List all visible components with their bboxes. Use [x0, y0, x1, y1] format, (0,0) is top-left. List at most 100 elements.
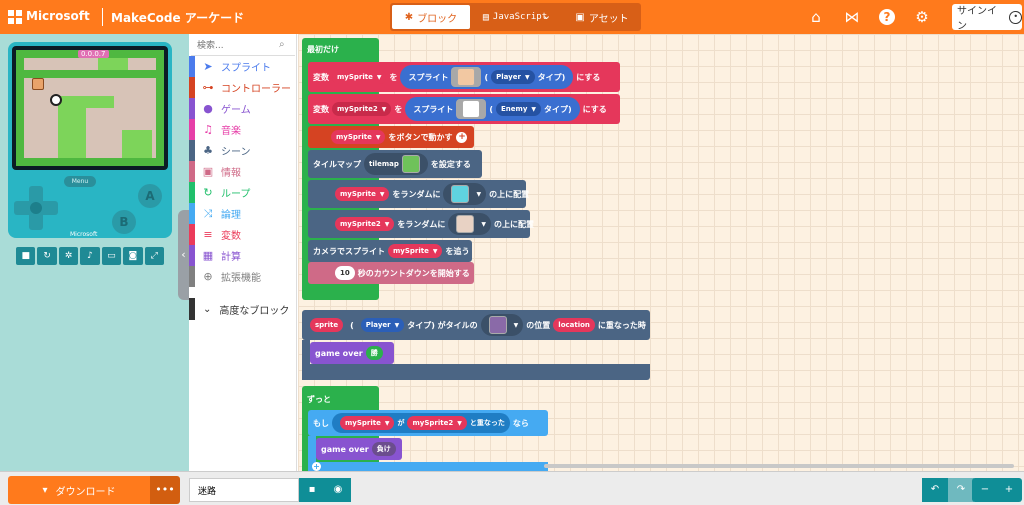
- if-block[interactable]: もし mySprite ▼ が mySprite2 ▼ と重なった なら: [308, 410, 548, 436]
- variable-dropdown[interactable]: mySprite ▼: [388, 244, 443, 258]
- kind-dropdown[interactable]: Enemy ▼: [496, 102, 542, 116]
- category-info[interactable]: ▣ 情報: [189, 161, 297, 182]
- category-label: シーン: [221, 147, 251, 158]
- plus-icon[interactable]: +: [312, 462, 321, 471]
- place-random-block-2[interactable]: mySprite2 ▼ をランダムに ▼ の上に配置: [308, 210, 534, 238]
- variable-dropdown[interactable]: mySprite ▼: [335, 187, 390, 201]
- chevron-down-icon[interactable]: ⌄: [542, 9, 551, 22]
- sprite-image-picker[interactable]: [451, 67, 482, 87]
- category-music[interactable]: ♫ 音楽: [189, 119, 297, 140]
- search-icon[interactable]: ⌕: [279, 39, 285, 50]
- create-sprite-block[interactable]: スプライト ( Player ▼ タイプ): [400, 65, 574, 89]
- download-button[interactable]: ▾ ダウンロード: [8, 476, 150, 504]
- variable-dropdown[interactable]: mySprite2 ▼: [332, 102, 392, 116]
- loop-icon: ↻: [203, 186, 213, 199]
- dpad-center: [30, 202, 42, 214]
- category-sprites[interactable]: ➤ スプライト: [189, 56, 297, 77]
- screenshot-icon[interactable]: ◙: [123, 247, 143, 265]
- tab-blocks[interactable]: ✱ ブロック: [392, 5, 470, 29]
- gear-icon[interactable]: ⚙: [914, 9, 930, 25]
- category-loops[interactable]: ↻ ループ: [189, 182, 297, 203]
- collapse-simulator-handle[interactable]: ‹: [178, 210, 189, 300]
- keyboard-icon[interactable]: ▭: [101, 247, 122, 265]
- sound-icon[interactable]: ♪: [80, 247, 100, 265]
- variable-dropdown[interactable]: mySprite2 ▼: [407, 416, 467, 430]
- plus-icon[interactable]: +: [456, 131, 468, 143]
- location-param[interactable]: location: [553, 318, 595, 332]
- dpad[interactable]: [14, 186, 58, 230]
- category-label: 計算: [221, 252, 241, 263]
- menu-button[interactable]: Menu: [64, 176, 96, 187]
- game-over-block-1[interactable]: game over 勝: [310, 342, 394, 364]
- chevron-down-icon: ▼: [524, 73, 530, 81]
- kind-dropdown[interactable]: Player ▼: [360, 318, 405, 332]
- chevron-down-icon: ▼: [384, 419, 390, 427]
- variable-dropdown[interactable]: mySprite ▼: [331, 130, 386, 144]
- category-math[interactable]: ▦ 計算: [189, 245, 297, 266]
- github-icon[interactable]: ◉: [325, 478, 351, 502]
- countdown-value-field[interactable]: 10: [335, 266, 355, 280]
- category-advanced[interactable]: ⌄ 高度なブロック: [189, 298, 297, 320]
- more-options-button[interactable]: •••: [150, 476, 180, 504]
- project-name-input[interactable]: [189, 478, 299, 502]
- set-var-block-2[interactable]: 変数 mySprite2 ▼ を スプライト ( Enemy ▼ タイプ) にする: [308, 94, 620, 124]
- category-controller[interactable]: ⊶ コントローラー: [189, 77, 297, 98]
- enemy-image: [462, 100, 481, 118]
- kind-dropdown[interactable]: Player ▼: [491, 70, 535, 84]
- b-button[interactable]: B: [112, 210, 136, 234]
- category-logic[interactable]: ⤨ 論理: [189, 203, 297, 224]
- block-text: スプライト: [408, 72, 449, 82]
- save-icon[interactable]: ▪: [299, 478, 325, 502]
- redo-icon[interactable]: ↷: [948, 478, 974, 502]
- stop-icon[interactable]: ■: [16, 247, 36, 265]
- set-var-block-1[interactable]: 変数 mySprite ▼ を スプライト ( Player ▼ タイプ) にする: [308, 62, 620, 92]
- product-title[interactable]: MakeCode アーケード: [111, 9, 244, 26]
- camera-follow-block[interactable]: カメラでスプライト mySprite ▼ を追う: [308, 240, 472, 262]
- a-button[interactable]: A: [138, 184, 162, 208]
- variable-dropdown[interactable]: mySprite2 ▼: [335, 217, 395, 231]
- circle-icon: ●: [203, 102, 213, 115]
- zoom-in-icon[interactable]: +: [996, 478, 1022, 502]
- tilemap-field[interactable]: tilemap: [364, 153, 428, 175]
- debug-icon[interactable]: ✲: [58, 247, 79, 265]
- overlap-condition[interactable]: mySprite ▼ が mySprite2 ▼ と重なった: [332, 413, 510, 433]
- simulator-panel: 0.0.0.7 Menu A B Microsoft ■ ↻ ✲ ♪ ▭ ◙ ⤢: [0, 34, 189, 471]
- category-variables[interactable]: ≡ 変数: [189, 224, 297, 245]
- start-countdown-block[interactable]: 10 秒のカウントダウンを開始する: [308, 262, 474, 284]
- win-toggle[interactable]: 勝: [365, 346, 383, 360]
- lose-toggle[interactable]: 負け: [371, 442, 396, 456]
- tab-assets[interactable]: ▣ アセット: [566, 5, 638, 29]
- blocks-workspace[interactable]: 最初だけ 変数 mySprite ▼ を スプライト ( Player ▼ タイプ)…: [298, 34, 1024, 471]
- tile-picker[interactable]: ▼: [448, 213, 491, 235]
- signin-button[interactable]: サインイン •: [952, 4, 1022, 32]
- sprite-param[interactable]: sprite: [310, 318, 344, 332]
- workspace-horizontal-scrollbar[interactable]: [544, 464, 1014, 468]
- category-scene[interactable]: ♣ シーン: [189, 140, 297, 161]
- help-icon[interactable]: ?: [879, 9, 895, 25]
- home-icon[interactable]: ⌂: [808, 9, 824, 25]
- chevron-down-icon: ▼: [376, 73, 382, 81]
- place-random-block-1[interactable]: mySprite ▼ をランダムに ▼ の上に配置: [308, 180, 529, 208]
- set-tilemap-block[interactable]: タイルマップ tilemap を設定する: [308, 150, 482, 178]
- category-extensions[interactable]: ⊕ 拡張機能: [189, 266, 297, 287]
- game-over-block-2[interactable]: game over 負け: [316, 438, 402, 460]
- restart-icon[interactable]: ↻: [37, 247, 57, 265]
- share-icon[interactable]: ⋈: [844, 9, 860, 25]
- move-with-buttons-block[interactable]: mySprite ▼ をボタンで動かす +: [308, 126, 474, 148]
- on-overlap-tile-block[interactable]: sprite ( Player ▼ タイプ) がタイルの ▼ の位置 locati…: [302, 310, 650, 340]
- tile-picker[interactable]: ▼: [480, 314, 524, 336]
- fullscreen-icon[interactable]: ⤢: [144, 247, 164, 265]
- category-label: スプライト: [221, 63, 271, 74]
- variable-dropdown[interactable]: mySprite ▼: [332, 70, 387, 84]
- create-sprite-block[interactable]: スプライト ( Enemy ▼ タイプ): [405, 97, 580, 121]
- category-label: 高度なブロック: [219, 305, 290, 317]
- category-game[interactable]: ● ゲーム: [189, 98, 297, 119]
- variable-dropdown[interactable]: mySprite ▼: [340, 416, 395, 430]
- category-label: 拡張機能: [221, 273, 261, 284]
- zoom-out-icon[interactable]: −: [972, 478, 998, 502]
- brand-label: Microsoft: [26, 9, 90, 23]
- tile-picker[interactable]: ▼: [443, 183, 487, 205]
- undo-icon[interactable]: ↶: [922, 478, 948, 502]
- sprite-image-picker[interactable]: [456, 99, 487, 119]
- game-screen[interactable]: 0.0.0.7: [16, 50, 164, 166]
